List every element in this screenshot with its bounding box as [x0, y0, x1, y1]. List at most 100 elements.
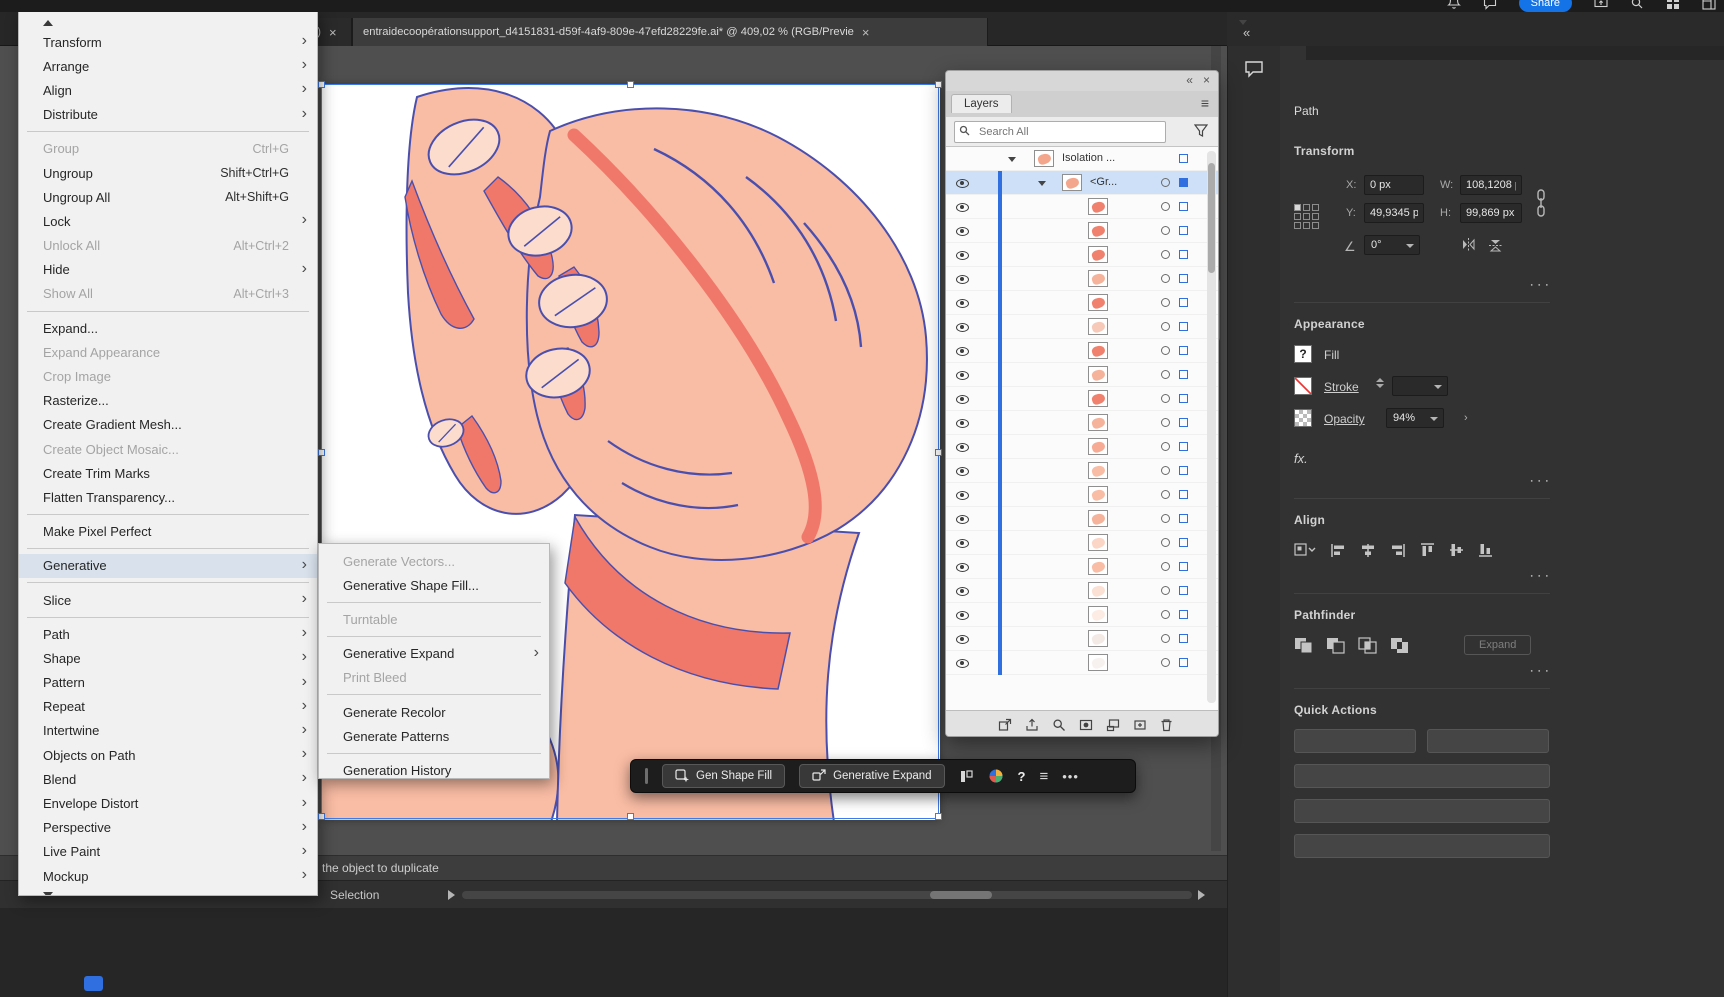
- close-panel-icon[interactable]: ×: [1203, 73, 1210, 87]
- layer-selection-square[interactable]: [1179, 586, 1188, 595]
- layer-selection-square[interactable]: [1179, 346, 1188, 355]
- layers-scrollbar[interactable]: [1207, 151, 1216, 703]
- menu-item[interactable]: Show All Alt+Ctrl+3: [19, 282, 317, 306]
- menu-item[interactable]: [27, 131, 309, 133]
- visibility-eye-icon[interactable]: [956, 323, 969, 332]
- visibility-eye-icon[interactable]: [956, 251, 969, 260]
- menu-scroll-up-icon[interactable]: [19, 16, 317, 30]
- scrollbar-thumb[interactable]: [930, 891, 992, 899]
- submenu-item[interactable]: Generation History: [319, 758, 549, 782]
- workspace-switcher-icon[interactable]: [1702, 0, 1716, 10]
- layer-row[interactable]: [946, 315, 1218, 339]
- layer-selection-square[interactable]: [1179, 442, 1188, 451]
- fx-label[interactable]: fx.: [1294, 451, 1550, 466]
- visibility-eye-icon[interactable]: [956, 371, 969, 380]
- more-options-icon[interactable]: [1294, 474, 1550, 484]
- layer-row[interactable]: [946, 339, 1218, 363]
- layer-row[interactable]: [946, 195, 1218, 219]
- menu-item[interactable]: Transform: [19, 30, 317, 54]
- align-right-icon[interactable]: [1390, 543, 1406, 558]
- submenu-item[interactable]: [327, 752, 541, 754]
- layer-target-icon[interactable]: [1161, 562, 1170, 571]
- layer-selection-square[interactable]: [1179, 250, 1188, 259]
- submenu-item[interactable]: Print Bleed: [319, 666, 549, 690]
- close-tab-icon[interactable]: ×: [329, 26, 337, 39]
- visibility-eye-icon[interactable]: [956, 587, 969, 596]
- menu-item[interactable]: Live Paint: [19, 840, 317, 864]
- export-icon[interactable]: [1025, 718, 1039, 732]
- quick-action-button[interactable]: [1294, 764, 1550, 788]
- panel-menu-icon[interactable]: ≡: [1201, 95, 1209, 111]
- visibility-eye-icon[interactable]: [956, 347, 969, 356]
- submenu-item[interactable]: Generate Vectors...: [319, 549, 549, 573]
- layer-selection-square[interactable]: [1179, 274, 1188, 283]
- new-sublayer-icon[interactable]: [1106, 718, 1120, 732]
- scroll-left-arrow[interactable]: [448, 890, 455, 900]
- layer-target-icon[interactable]: [1161, 514, 1170, 523]
- menu-item[interactable]: Arrange: [19, 54, 317, 78]
- layer-row[interactable]: [946, 411, 1218, 435]
- layer-selection-square[interactable]: [1179, 514, 1188, 523]
- menu-item[interactable]: Lock: [19, 209, 317, 233]
- chevron-down-icon[interactable]: [1038, 181, 1046, 186]
- menu-item[interactable]: Create Trim Marks: [19, 461, 317, 485]
- menu-item[interactable]: [27, 582, 309, 584]
- layer-row[interactable]: [946, 555, 1218, 579]
- layer-selection-square[interactable]: [1179, 226, 1188, 235]
- menu-item[interactable]: [27, 514, 309, 516]
- visibility-eye-icon[interactable]: [956, 419, 969, 428]
- menu-item[interactable]: Expand Appearance: [19, 340, 317, 364]
- pathfinder-exclude-icon[interactable]: [1390, 637, 1410, 654]
- layer-selection-square[interactable]: [1179, 466, 1188, 475]
- layer-row[interactable]: [946, 435, 1218, 459]
- layer-target-icon[interactable]: [1161, 418, 1170, 427]
- opacity-expand-chevron[interactable]: ›: [1464, 412, 1468, 424]
- share-button[interactable]: Share: [1518, 0, 1572, 12]
- visibility-eye-icon[interactable]: [956, 635, 969, 644]
- stroke-label[interactable]: Stroke: [1324, 380, 1359, 394]
- menu-item[interactable]: Blend: [19, 767, 317, 791]
- layer-row[interactable]: [946, 507, 1218, 531]
- visibility-eye-icon[interactable]: [956, 515, 969, 524]
- submenu-item[interactable]: [327, 636, 541, 638]
- menu-item[interactable]: Intertwine: [19, 719, 317, 743]
- filter-icon[interactable]: [1194, 124, 1208, 137]
- search-icon[interactable]: [1630, 0, 1644, 10]
- visibility-eye-icon[interactable]: [956, 299, 969, 308]
- visibility-eye-icon[interactable]: [956, 491, 969, 500]
- layer-row[interactable]: [946, 627, 1218, 651]
- layer-selection-square[interactable]: [1179, 154, 1188, 163]
- submenu-item[interactable]: [327, 694, 541, 696]
- quick-action-button[interactable]: [1294, 729, 1416, 753]
- menu-item[interactable]: [27, 548, 309, 550]
- layer-target-icon[interactable]: [1161, 634, 1170, 643]
- submenu-item[interactable]: [327, 601, 541, 603]
- menu-item[interactable]: Path: [19, 622, 317, 646]
- layer-target-icon[interactable]: [1161, 538, 1170, 547]
- layer-row[interactable]: [946, 483, 1218, 507]
- menu-item[interactable]: Slice: [19, 588, 317, 612]
- align-left-icon[interactable]: [1330, 543, 1346, 558]
- menu-item[interactable]: Pattern: [19, 671, 317, 695]
- more-options-icon[interactable]: [1294, 664, 1550, 674]
- stroke-swatch[interactable]: [1294, 377, 1312, 395]
- locate-object-icon[interactable]: [1052, 718, 1066, 732]
- menu-item[interactable]: Distribute: [19, 103, 317, 127]
- layer-target-icon[interactable]: [1161, 370, 1170, 379]
- layer-row[interactable]: [946, 267, 1218, 291]
- layer-target-icon[interactable]: [1161, 178, 1170, 187]
- arrange-icon[interactable]: [959, 769, 974, 784]
- layer-row-selected-group[interactable]: <Gr...: [946, 171, 1218, 195]
- menu-item[interactable]: Group Ctrl+G: [19, 137, 317, 161]
- layer-selection-square[interactable]: [1179, 370, 1188, 379]
- visibility-eye-icon[interactable]: [956, 275, 969, 284]
- layers-panel-header[interactable]: « ×: [946, 71, 1218, 91]
- selection-handle[interactable]: [318, 81, 325, 88]
- menu-item[interactable]: Ungroup All Alt+Shift+G: [19, 185, 317, 209]
- menu-item[interactable]: Repeat: [19, 695, 317, 719]
- new-layer-icon[interactable]: [1133, 718, 1147, 732]
- layer-target-icon[interactable]: [1161, 658, 1170, 667]
- layer-target-icon[interactable]: [1161, 586, 1170, 595]
- taskbar-more-icon[interactable]: •••: [1062, 769, 1079, 784]
- visibility-eye-icon[interactable]: [956, 539, 969, 548]
